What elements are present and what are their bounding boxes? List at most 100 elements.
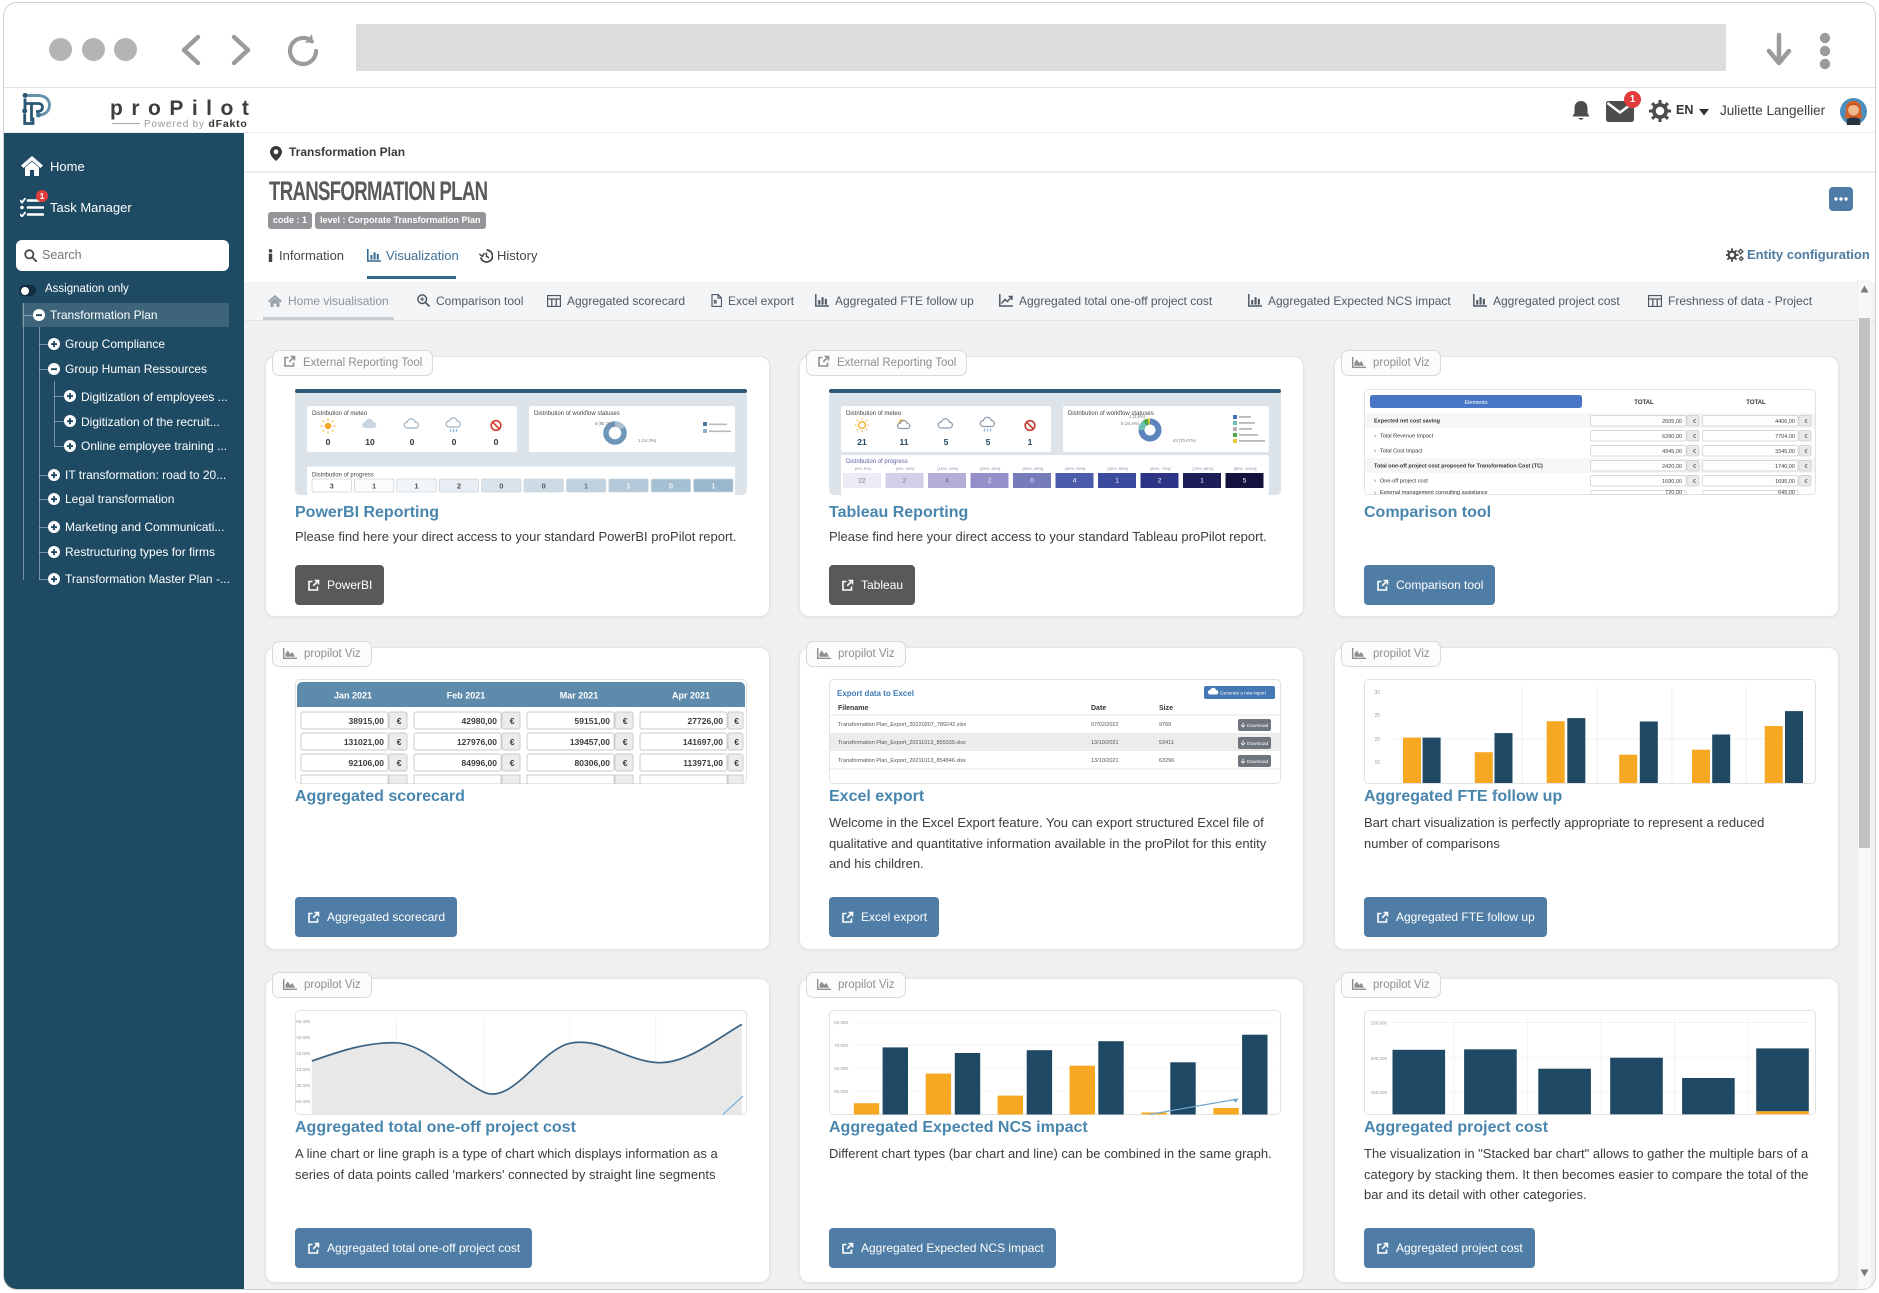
svg-text:1 (14.3%): 1 (14.3%) bbox=[638, 438, 657, 443]
svg-text:15: 15 bbox=[1374, 760, 1380, 766]
svg-text:↳: ↳ bbox=[1373, 478, 1377, 483]
svg-text:2: 2 bbox=[1158, 478, 1162, 485]
svg-text:↳: ↳ bbox=[1373, 490, 1377, 495]
svg-text:Distribution of progress: Distribution of progress bbox=[846, 459, 908, 465]
svg-text:[35%, 45%]: [35%, 45%] bbox=[1022, 466, 1042, 471]
svg-text:1: 1 bbox=[1200, 478, 1204, 485]
svg-text:↳: ↳ bbox=[1373, 433, 1377, 438]
svg-text:1: 1 bbox=[1028, 437, 1033, 447]
svg-text:1: 1 bbox=[372, 482, 376, 491]
svg-text:43 (70.47%): 43 (70.47%) bbox=[1173, 438, 1196, 443]
svg-text:25: 25 bbox=[1374, 713, 1380, 719]
svg-text:84996,00: 84996,00 bbox=[462, 758, 498, 768]
svg-text:50,000: 50,000 bbox=[834, 1089, 848, 1094]
svg-text:2: 2 bbox=[903, 478, 907, 485]
svg-text:[85%, 100%]: [85%, 100%] bbox=[1234, 466, 1257, 471]
svg-text:5: 5 bbox=[1243, 478, 1247, 485]
svg-text:Distribution of workflow statu: Distribution of workflow statuses bbox=[534, 411, 620, 417]
svg-text:Export data to Excel: Export data to Excel bbox=[837, 689, 914, 698]
svg-text:40.000: 40.000 bbox=[296, 1035, 310, 1040]
svg-text:60,000: 60,000 bbox=[834, 1066, 848, 1071]
svg-text:645,00: 645,00 bbox=[1778, 490, 1795, 495]
svg-text:[55%, 65%]: [55%, 65%] bbox=[1107, 466, 1127, 471]
svg-text:131021,00: 131021,00 bbox=[344, 737, 384, 747]
svg-text:[65%, 75%]: [65%, 75%] bbox=[1150, 466, 1170, 471]
svg-text:9769: 9769 bbox=[1159, 722, 1171, 728]
svg-text:Mar 2021: Mar 2021 bbox=[560, 691, 599, 701]
svg-text:€: € bbox=[1804, 449, 1807, 455]
svg-text:80,000: 80,000 bbox=[834, 1020, 848, 1025]
svg-text:€: € bbox=[734, 758, 739, 768]
svg-text:-10.000: -10.000 bbox=[295, 1067, 310, 1072]
svg-text:€: € bbox=[510, 716, 515, 726]
svg-text:Transformation Plan_Export_202: Transformation Plan_Export_20220207_7892… bbox=[838, 722, 966, 728]
svg-text:Distribution of meteo: Distribution of meteo bbox=[312, 411, 368, 417]
svg-text:0: 0 bbox=[326, 437, 331, 447]
svg-text:53411: 53411 bbox=[1159, 740, 1174, 746]
svg-text:[25%, 35%]: [25%, 35%] bbox=[980, 466, 1000, 471]
svg-text:€: € bbox=[1693, 449, 1696, 455]
svg-text:Distribution of progress: Distribution of progress bbox=[312, 473, 374, 479]
svg-text:1: 1 bbox=[1115, 478, 1119, 485]
svg-text:7704,00: 7704,00 bbox=[1775, 434, 1795, 440]
svg-text:Filename: Filename bbox=[838, 705, 868, 712]
svg-text:2420,00: 2420,00 bbox=[1662, 464, 1682, 470]
svg-text:One-off project cost: One-off project cost bbox=[1380, 479, 1428, 485]
svg-text:150,000: 150,000 bbox=[1371, 1090, 1388, 1095]
svg-text:Download: Download bbox=[1247, 723, 1269, 729]
svg-text:TOTAL: TOTAL bbox=[1634, 400, 1654, 406]
svg-text:1: 1 bbox=[584, 482, 588, 491]
svg-text:Feb 2021: Feb 2021 bbox=[447, 691, 486, 701]
svg-text:13/10/2021: 13/10/2021 bbox=[1091, 740, 1119, 746]
svg-text:€: € bbox=[1693, 419, 1696, 425]
svg-text:15.000: 15.000 bbox=[296, 1051, 310, 1056]
svg-text:€: € bbox=[397, 758, 402, 768]
svg-text:Expected net cost saving: Expected net cost saving bbox=[1374, 419, 1440, 425]
svg-text:[75%, 85%]: [75%, 85%] bbox=[1192, 466, 1212, 471]
svg-text:3345,00: 3345,00 bbox=[1775, 449, 1795, 455]
svg-text:Download: Download bbox=[1247, 759, 1269, 765]
svg-text:External management consulting: External management consulting assistanc… bbox=[1380, 490, 1488, 495]
svg-text:6 (85.7%): 6 (85.7%) bbox=[595, 421, 614, 426]
svg-text:4945,00: 4945,00 bbox=[1662, 449, 1682, 455]
svg-text:€: € bbox=[1804, 434, 1807, 440]
svg-text:59151,00: 59151,00 bbox=[575, 716, 611, 726]
svg-text:21: 21 bbox=[857, 437, 867, 447]
svg-text:6390,00: 6390,00 bbox=[1662, 434, 1682, 440]
svg-text:200,000: 200,000 bbox=[1371, 1056, 1388, 1061]
svg-text:13/10/2021: 13/10/2021 bbox=[1091, 758, 1119, 764]
svg-text:Date: Date bbox=[1091, 705, 1106, 712]
svg-text:€: € bbox=[623, 716, 628, 726]
svg-text:Elements: Elements bbox=[1465, 400, 1488, 406]
svg-text:0: 0 bbox=[542, 482, 546, 491]
svg-text:-60.000: -60.000 bbox=[295, 1099, 310, 1104]
svg-text:1: 1 bbox=[711, 482, 715, 491]
svg-text:€: € bbox=[734, 737, 739, 747]
svg-text:[15%, 25%]: [15%, 25%] bbox=[937, 466, 957, 471]
svg-text:1 (2.9%): 1 (2.9%) bbox=[1129, 414, 1145, 419]
svg-text:27726,00: 27726,00 bbox=[688, 716, 724, 726]
svg-text:92106,00: 92106,00 bbox=[349, 758, 385, 768]
svg-text:2: 2 bbox=[988, 478, 992, 485]
svg-text:113971,00: 113971,00 bbox=[683, 758, 723, 768]
svg-text:11: 11 bbox=[900, 437, 909, 447]
svg-text:Transformation Plan_Export_202: Transformation Plan_Export_20211013_8548… bbox=[838, 758, 966, 764]
svg-text:€: € bbox=[623, 758, 628, 768]
svg-text:Distribution of meteo: Distribution of meteo bbox=[846, 411, 902, 417]
svg-text:70,000: 70,000 bbox=[834, 1043, 848, 1048]
svg-text:139457,00: 139457,00 bbox=[570, 737, 610, 747]
svg-text:0: 0 bbox=[669, 482, 673, 491]
svg-text:€: € bbox=[510, 737, 515, 747]
svg-text:0: 0 bbox=[410, 437, 415, 447]
svg-text:0: 0 bbox=[1030, 478, 1034, 485]
svg-text:2605,00: 2605,00 bbox=[1662, 419, 1682, 425]
svg-text:2: 2 bbox=[457, 482, 461, 491]
svg-text:0: 0 bbox=[494, 437, 499, 447]
svg-text:1695,00: 1695,00 bbox=[1775, 479, 1795, 485]
svg-text:07/02/2022: 07/02/2022 bbox=[1091, 722, 1119, 728]
svg-text:Generate a new report: Generate a new report bbox=[1220, 691, 1267, 696]
svg-text:Apr 2021: Apr 2021 bbox=[672, 691, 710, 701]
svg-text:[5%, 15%]: [5%, 15%] bbox=[896, 466, 914, 471]
svg-text:10: 10 bbox=[365, 437, 375, 447]
svg-text:127976,00: 127976,00 bbox=[457, 737, 497, 747]
